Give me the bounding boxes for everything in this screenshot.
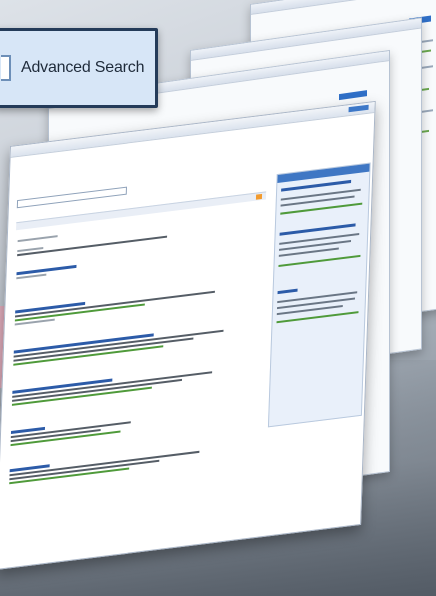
nav-highlight [339,90,367,101]
result-item[interactable] [14,281,255,326]
result-item[interactable] [11,361,252,406]
titlebar-button[interactable] [348,104,369,113]
advanced-search-callout[interactable]: Advanced Search [0,28,158,108]
sidebar-link[interactable] [281,179,352,192]
results-sidebar [267,162,371,428]
result-item[interactable] [9,440,249,485]
advanced-search-label: Advanced Search [21,59,145,76]
rss-icon[interactable] [255,193,263,200]
search-input[interactable] [16,186,128,209]
window-titlebar [251,0,436,15]
sidebar-link[interactable] [277,288,298,295]
result-item[interactable] [10,401,251,447]
result-item[interactable] [13,321,253,366]
sidebar-header [277,163,370,184]
front-search-window [0,100,376,571]
search-box-edge [1,55,11,81]
